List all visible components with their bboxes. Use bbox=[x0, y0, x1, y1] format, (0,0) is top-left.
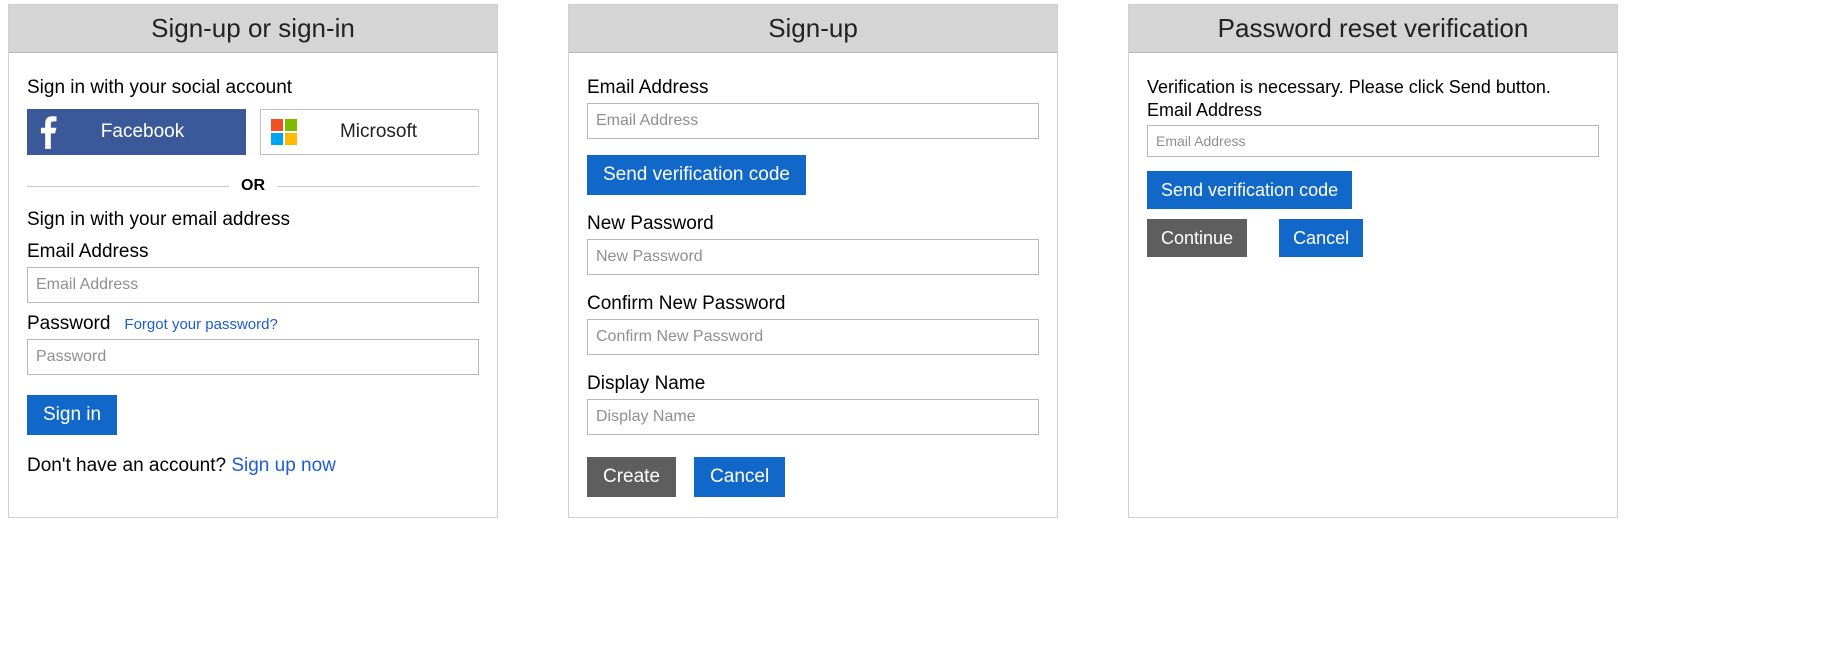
no-account-prefix: Don't have an account? bbox=[27, 455, 231, 476]
or-text: OR bbox=[241, 177, 265, 195]
password-label: Password bbox=[27, 313, 110, 335]
send-verification-button[interactable]: Send verification code bbox=[587, 155, 806, 195]
panel-reset: Password reset verification Verification… bbox=[1128, 4, 1618, 518]
new-password-input[interactable] bbox=[587, 239, 1039, 275]
email-label: Email Address bbox=[27, 241, 479, 263]
password-input[interactable] bbox=[27, 339, 479, 375]
panel-title-signin: Sign-up or sign-in bbox=[9, 5, 497, 53]
panel-title-reset: Password reset verification bbox=[1129, 5, 1617, 53]
display-name-input[interactable] bbox=[587, 399, 1039, 435]
panel-signup: Sign-up Email Address Send verification … bbox=[568, 4, 1058, 518]
panel-title-signup: Sign-up bbox=[569, 5, 1057, 53]
microsoft-button-label: Microsoft bbox=[307, 121, 478, 143]
email-label-text: Email Address bbox=[27, 241, 148, 263]
no-account-text: Don't have an account? Sign up now bbox=[27, 455, 479, 477]
confirm-password-input[interactable] bbox=[587, 319, 1039, 355]
reset-email-label: Email Address bbox=[1147, 100, 1599, 121]
password-label-row: Password Forgot your password? bbox=[27, 313, 479, 335]
display-name-label: Display Name bbox=[587, 373, 1039, 395]
social-section-label: Sign in with your social account bbox=[27, 77, 479, 99]
email-section-label: Sign in with your email address bbox=[27, 209, 479, 231]
forgot-password-link[interactable]: Forgot your password? bbox=[124, 316, 277, 333]
reset-email-input[interactable] bbox=[1147, 125, 1599, 157]
facebook-button[interactable]: Facebook bbox=[27, 109, 246, 155]
email-input[interactable] bbox=[27, 267, 479, 303]
create-button[interactable]: Create bbox=[587, 457, 676, 497]
signup-email-label: Email Address bbox=[587, 77, 1039, 99]
facebook-button-label: Facebook bbox=[68, 121, 245, 143]
signup-now-link[interactable]: Sign up now bbox=[231, 455, 336, 476]
microsoft-icon bbox=[261, 119, 307, 145]
new-password-label: New Password bbox=[587, 213, 1039, 235]
continue-button[interactable]: Continue bbox=[1147, 219, 1247, 257]
confirm-password-label: Confirm New Password bbox=[587, 293, 1039, 315]
microsoft-button[interactable]: Microsoft bbox=[260, 109, 479, 155]
or-divider: OR bbox=[27, 177, 479, 195]
reset-cancel-button[interactable]: Cancel bbox=[1279, 219, 1363, 257]
signin-button[interactable]: Sign in bbox=[27, 395, 117, 435]
signup-cancel-button[interactable]: Cancel bbox=[694, 457, 785, 497]
facebook-icon bbox=[28, 115, 68, 149]
signup-email-input[interactable] bbox=[587, 103, 1039, 139]
panel-signin: Sign-up or sign-in Sign in with your soc… bbox=[8, 4, 498, 518]
reset-send-verification-button[interactable]: Send verification code bbox=[1147, 171, 1352, 209]
reset-instruction: Verification is necessary. Please click … bbox=[1147, 77, 1599, 98]
